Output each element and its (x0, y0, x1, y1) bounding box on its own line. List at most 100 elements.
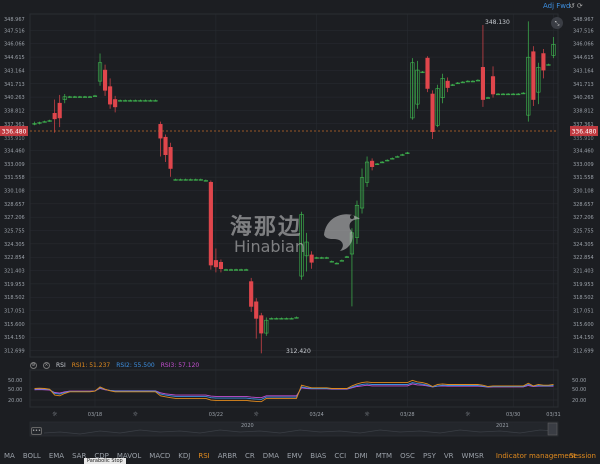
indicator-psy[interactable]: PSY (423, 452, 436, 460)
timeline-navigator[interactable] (29, 421, 559, 437)
price-tick-right: 347.516 (573, 28, 594, 34)
candle (173, 178, 178, 181)
indicator-rsi[interactable]: RSI (198, 452, 209, 460)
indicator-mtm[interactable]: MTM (376, 452, 392, 460)
indicator-management-link[interactable]: Indicator management (496, 452, 576, 460)
price-tick-right: 328.657 (573, 202, 594, 208)
candle (521, 92, 526, 95)
zoom-icon: ⤡ (555, 21, 560, 28)
main-chart-frame (29, 13, 559, 358)
price-tick-right: 312.699 (573, 349, 594, 355)
close-icon[interactable]: × (43, 361, 50, 369)
refresh-icon[interactable]: ⟳ (577, 2, 585, 10)
candle (546, 63, 551, 66)
price-tick-left: 334.460 (4, 148, 25, 154)
navigator-window-handle[interactable] (547, 422, 558, 436)
candle-body (52, 113, 57, 120)
indicator-wmsr[interactable]: WMSR (462, 452, 484, 460)
event-sun-icon[interactable]: ☼ (364, 411, 370, 418)
price-tick-right: 340.263 (573, 95, 594, 101)
candle-body (57, 102, 62, 119)
indicator-cr[interactable]: CR (245, 452, 255, 460)
reset-icon[interactable]: ↺ (569, 2, 577, 10)
indicator-boll[interactable]: BOLL (23, 452, 41, 460)
rsi-right-tick-mid: 50.00 (572, 387, 586, 393)
candle (289, 317, 294, 320)
price-tick-left: 346.066 (4, 42, 25, 48)
candle (223, 268, 229, 271)
candle (183, 178, 188, 181)
candle (47, 119, 52, 122)
adjust-forward-toggle[interactable]: Adj Fwd (543, 2, 570, 10)
candle-body (370, 160, 375, 167)
candle (264, 317, 269, 336)
date-label: 03/22 (209, 412, 223, 418)
event-sun-icon[interactable]: ☼ (465, 411, 471, 418)
candle-body (213, 260, 218, 268)
rsi3-value: RSI3: 57.120 (160, 361, 200, 369)
current-price-right-label: 336.480 (572, 129, 597, 136)
candle (123, 99, 128, 102)
price-tick-left: 344.615 (4, 55, 25, 61)
price-tick-left: 319.953 (4, 282, 25, 288)
candle (445, 77, 450, 93)
session-link[interactable]: Session (569, 452, 596, 460)
candle-body (490, 76, 496, 95)
current-price-left-label: 336.480 (2, 129, 27, 136)
price-tick-left: 341.713 (4, 82, 25, 88)
price-tick-left: 324.305 (4, 242, 25, 248)
candle (425, 56, 430, 93)
indicator-emv[interactable]: EMV (287, 452, 302, 460)
price-tick-right: 337.361 (573, 122, 594, 128)
candle (102, 64, 108, 96)
candle (455, 82, 460, 85)
candle (531, 46, 536, 106)
current-price-under-left: 335.910 (4, 136, 25, 142)
candle-body (259, 315, 264, 334)
candle (153, 99, 158, 102)
candle (370, 158, 375, 171)
candlestick-series (32, 21, 556, 354)
event-sun-icon[interactable]: ☼ (254, 411, 260, 418)
price-tick-left: 338.812 (4, 108, 25, 114)
indicator-ma[interactable]: MA (4, 452, 15, 460)
settings-icon[interactable]: ⚙ (30, 361, 37, 369)
candle (233, 268, 239, 271)
rsi-header: ⚙ × RSI RSI1: 51.237 RSI2: 55.500 RSI3: … (30, 360, 205, 370)
candle (32, 121, 37, 126)
candle-body (208, 181, 213, 266)
event-sun-icon[interactable]: ☼ (133, 411, 139, 418)
candle (87, 95, 93, 98)
indicator-macd[interactable]: MACD (149, 452, 170, 460)
event-sun-icon[interactable]: ☼ (52, 411, 58, 418)
candle (284, 317, 289, 320)
current-price-under-right: 335.910 (573, 136, 594, 142)
indicator-osc[interactable]: OSC (400, 452, 415, 460)
candle (244, 268, 249, 271)
candle (239, 268, 244, 271)
price-axis-right: 347.516 346.066 344.615 343.164 341.713 340.2… (573, 28, 594, 354)
price-tick-left: 315.600 (4, 322, 25, 328)
candle (294, 316, 299, 319)
indicator-vr[interactable]: VR (444, 452, 454, 460)
candle-body (168, 147, 173, 169)
price-tick-right: 338.812 (573, 108, 594, 114)
indicator-dmi[interactable]: DMI (354, 452, 368, 460)
price-tick-right: 315.600 (573, 322, 594, 328)
price-tick-left: 317.051 (4, 309, 25, 315)
indicator-dma[interactable]: DMA (263, 452, 279, 460)
indicator-ema[interactable]: EMA (49, 452, 64, 460)
candle-body (163, 136, 168, 155)
indicator-arbr[interactable]: ARBR (218, 452, 237, 460)
price-tick-left: 318.502 (4, 295, 25, 301)
candle (158, 121, 163, 157)
indicator-cci[interactable]: CCI (334, 452, 346, 460)
navigator-scroll-button[interactable]: ••• (31, 427, 42, 435)
candle (390, 157, 395, 160)
watermark-bird-logo (324, 214, 360, 251)
candle (380, 161, 385, 164)
candle (430, 90, 435, 140)
indicator-kdj[interactable]: KDJ (178, 452, 190, 460)
indicator-bias[interactable]: BIAS (310, 452, 326, 460)
candle (188, 178, 193, 181)
